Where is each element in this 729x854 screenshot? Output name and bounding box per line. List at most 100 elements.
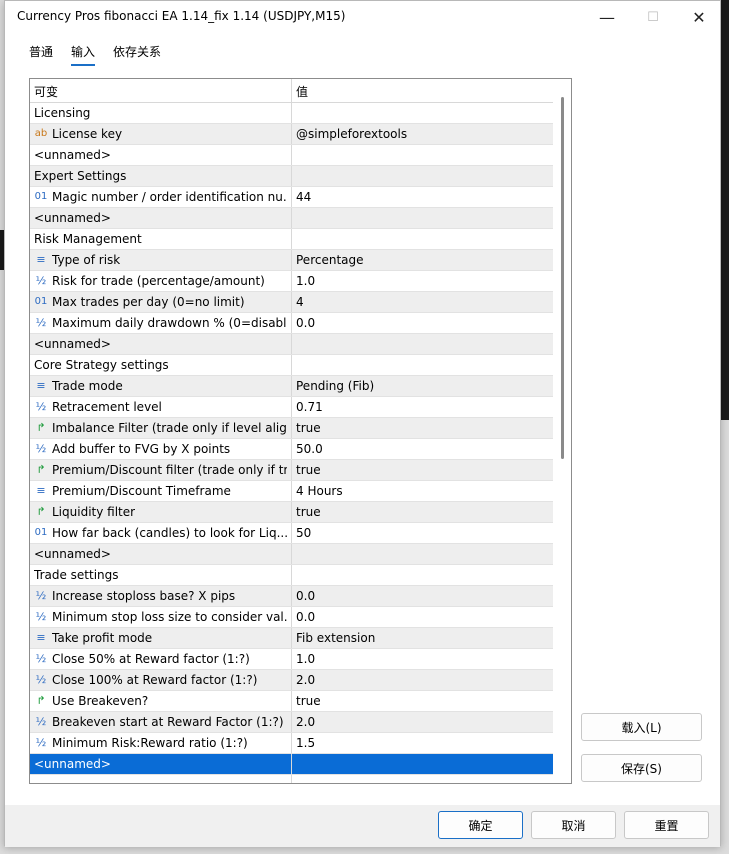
table-row[interactable]: <unnamed> xyxy=(30,544,553,565)
tab-common[interactable]: 普通 xyxy=(29,43,53,66)
variable-cell[interactable]: 01 Magic number / order identification nu… xyxy=(30,187,292,207)
table-row[interactable]: ½ Minimum Risk:Reward ratio (1:?) 1.5 xyxy=(30,733,553,754)
value-cell[interactable] xyxy=(292,565,553,585)
value-cell[interactable]: true xyxy=(292,460,553,480)
variable-cell[interactable]: Risk Management xyxy=(30,229,292,249)
variable-cell[interactable]: Licensing xyxy=(30,103,292,123)
table-row[interactable]: 01 Magic number / order identification nu… xyxy=(30,187,553,208)
table-row[interactable]: ½ Maximum daily drawdown % (0=disabl... 0.… xyxy=(30,313,553,334)
variable-cell[interactable]: ↱ Premium/Discount filter (trade only if … xyxy=(30,460,292,480)
value-cell[interactable] xyxy=(292,166,553,186)
value-cell[interactable]: Fib extension xyxy=(292,628,553,648)
reset-button[interactable]: 重置 xyxy=(624,811,709,839)
table-row[interactable]: ½ Add buffer to FVG by X points 50.0 xyxy=(30,439,553,460)
table-row[interactable]: ≡ Premium/Discount Timeframe 4 Hours xyxy=(30,481,553,502)
variable-cell[interactable]: ≡ Take profit mode xyxy=(30,628,292,648)
value-cell[interactable]: 0.0 xyxy=(292,607,553,627)
table-row[interactable]: Trade settings xyxy=(30,565,553,586)
variable-cell[interactable]: ½ Maximum daily drawdown % (0=disabl... xyxy=(30,313,292,333)
variable-cell[interactable]: Core Strategy settings xyxy=(30,355,292,375)
table-row[interactable]: ↱ Use Breakeven? true xyxy=(30,691,553,712)
save-button[interactable]: 保存(S) xyxy=(581,754,702,782)
table-row[interactable]: Core Strategy settings xyxy=(30,355,553,376)
table-row[interactable]: ½ Risk for trade (percentage/amount) 1.0 xyxy=(30,271,553,292)
variable-cell[interactable]: Trade settings xyxy=(30,565,292,585)
table-row[interactable]: <unnamed> xyxy=(30,145,553,166)
table-row[interactable]: ↱ Liquidity filter true xyxy=(30,502,553,523)
scrollbar-thumb[interactable] xyxy=(561,97,564,459)
column-header-value[interactable]: 值 xyxy=(292,79,553,102)
inputs-grid[interactable]: 可变 值 Licensing ab License key @simpleforext… xyxy=(29,78,572,784)
table-row[interactable]: ab License key @simpleforextools xyxy=(30,124,553,145)
variable-cell[interactable]: Expert Settings xyxy=(30,166,292,186)
table-row[interactable]: <unnamed> xyxy=(30,208,553,229)
table-row-partial[interactable] xyxy=(30,775,553,783)
variable-cell[interactable]: 01 How far back (candles) to look for Liq… xyxy=(30,523,292,543)
variable-cell[interactable]: ≡ Trade mode xyxy=(30,376,292,396)
variable-cell[interactable]: ↱ Liquidity filter xyxy=(30,502,292,522)
value-cell[interactable] xyxy=(292,355,553,375)
load-button[interactable]: 载入(L) xyxy=(581,713,702,741)
table-row[interactable]: 01 How far back (candles) to look for Liq… xyxy=(30,523,553,544)
variable-cell[interactable]: <unnamed> xyxy=(30,334,292,354)
variable-cell[interactable]: ½ Minimum Risk:Reward ratio (1:?) xyxy=(30,733,292,753)
variable-cell[interactable]: ↱ Imbalance Filter (trade only if level a… xyxy=(30,418,292,438)
value-cell[interactable]: 4 Hours xyxy=(292,481,553,501)
table-row[interactable]: Licensing xyxy=(30,103,553,124)
value-cell[interactable]: 44 xyxy=(292,187,553,207)
value-cell[interactable]: 50 xyxy=(292,523,553,543)
minimize-button[interactable]: — xyxy=(584,1,630,33)
table-row[interactable]: ↱ Imbalance Filter (trade only if level a… xyxy=(30,418,553,439)
value-cell[interactable] xyxy=(292,775,553,783)
value-cell[interactable] xyxy=(292,544,553,564)
value-cell[interactable]: true xyxy=(292,418,553,438)
table-row[interactable]: ½ Close 100% at Reward factor (1:?) 2.0 xyxy=(30,670,553,691)
value-cell[interactable]: 1.0 xyxy=(292,649,553,669)
value-cell[interactable]: true xyxy=(292,691,553,711)
cancel-button[interactable]: 取消 xyxy=(531,811,616,839)
variable-cell[interactable]: ½ Minimum stop loss size to consider val.… xyxy=(30,607,292,627)
table-row[interactable]: ≡ Take profit mode Fib extension xyxy=(30,628,553,649)
value-cell[interactable]: 1.5 xyxy=(292,733,553,753)
variable-cell[interactable]: <unnamed> xyxy=(30,145,292,165)
variable-cell[interactable]: 01 Max trades per day (0=no limit) xyxy=(30,292,292,312)
table-row[interactable]: Risk Management xyxy=(30,229,553,250)
table-row[interactable]: ½ Close 50% at Reward factor (1:?) 1.0 xyxy=(30,649,553,670)
table-row[interactable]: ≡ Trade mode Pending (Fib) xyxy=(30,376,553,397)
value-cell[interactable]: 1.0 xyxy=(292,271,553,291)
value-cell[interactable]: 2.0 xyxy=(292,670,553,690)
variable-cell[interactable]: <unnamed> xyxy=(30,754,292,774)
variable-cell[interactable]: ½ Add buffer to FVG by X points xyxy=(30,439,292,459)
variable-cell[interactable]: ↱ Use Breakeven? xyxy=(30,691,292,711)
column-header-variable[interactable]: 可变 xyxy=(30,79,292,102)
table-row[interactable]: ↱ Premium/Discount filter (trade only if … xyxy=(30,460,553,481)
variable-cell[interactable]: ½ Risk for trade (percentage/amount) xyxy=(30,271,292,291)
value-cell[interactable]: Pending (Fib) xyxy=(292,376,553,396)
value-cell[interactable] xyxy=(292,103,553,123)
variable-cell[interactable]: <unnamed> xyxy=(30,208,292,228)
value-cell[interactable]: @simpleforextools xyxy=(292,124,553,144)
table-row[interactable]: ½ Retracement level 0.71 xyxy=(30,397,553,418)
value-cell[interactable] xyxy=(292,334,553,354)
variable-cell[interactable]: ½ Retracement level xyxy=(30,397,292,417)
variable-cell[interactable]: <unnamed> xyxy=(30,544,292,564)
table-row[interactable]: ½ Breakeven start at Reward Factor (1:?) 2… xyxy=(30,712,553,733)
table-row[interactable]: ½ Increase stoploss base? X pips 0.0 xyxy=(30,586,553,607)
table-row[interactable]: 01 Max trades per day (0=no limit) 4 xyxy=(30,292,553,313)
tab-inputs[interactable]: 输入 xyxy=(71,43,96,66)
table-row[interactable]: Expert Settings xyxy=(30,166,553,187)
table-row[interactable]: <unnamed> xyxy=(30,754,553,775)
variable-cell[interactable]: ½ Increase stoploss base? X pips xyxy=(30,586,292,606)
tab-dependencies[interactable]: 依存关系 xyxy=(113,43,161,66)
variable-cell[interactable]: ½ Close 100% at Reward factor (1:?) xyxy=(30,670,292,690)
value-cell[interactable] xyxy=(292,229,553,249)
value-cell[interactable]: 50.0 xyxy=(292,439,553,459)
table-row[interactable]: <unnamed> xyxy=(30,334,553,355)
table-row[interactable]: ½ Minimum stop loss size to consider val.… xyxy=(30,607,553,628)
close-button[interactable]: ✕ xyxy=(676,1,722,33)
variable-cell[interactable]: ≡ Type of risk xyxy=(30,250,292,270)
variable-cell[interactable]: ab License key xyxy=(30,124,292,144)
value-cell[interactable]: 0.71 xyxy=(292,397,553,417)
value-cell[interactable]: 4 xyxy=(292,292,553,312)
variable-cell[interactable]: ½ Close 50% at Reward factor (1:?) xyxy=(30,649,292,669)
